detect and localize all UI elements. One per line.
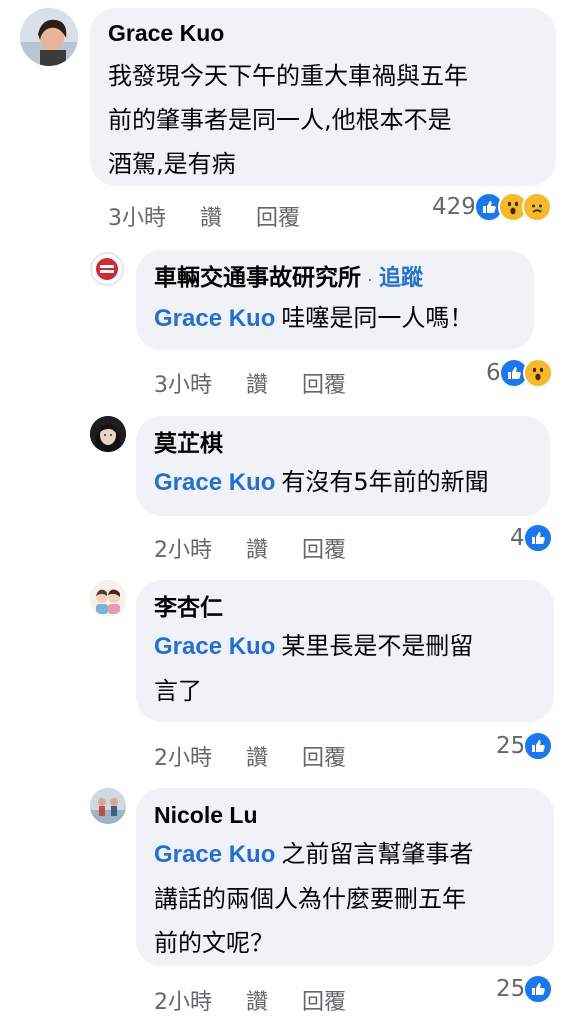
comment-actions: 2小時 讚 回覆 [154, 740, 380, 772]
mention-link[interactable]: Grace Kuo [154, 633, 275, 660]
comment-text: 我發現今天下午的重大車禍與五年 前的肇事者是同一人,他根本不是 酒駕,是有病 [108, 54, 538, 186]
comment-time[interactable]: 3小時 [108, 200, 166, 232]
comment-text: Grace Kuo 有沒有5年前的新聞 [154, 460, 532, 505]
sad-icon [521, 192, 552, 222]
comment-actions: 2小時 讚 回覆 [154, 984, 380, 1016]
reply-button[interactable]: 回覆 [302, 367, 346, 399]
comment-text: Grace Kuo 之前留言幫肇事者 講話的兩個人為什麼要刪五年 前的文呢？ [154, 832, 536, 965]
mention-link[interactable]: Grace Kuo [154, 305, 275, 332]
comment-author[interactable]: Grace Kuo [108, 18, 538, 48]
comment-author[interactable]: 車輛交通事故研究所 [154, 264, 361, 290]
reaction-count: 429 [432, 194, 476, 220]
comment-line: 有沒有5年前的新聞 [281, 468, 489, 496]
comment-line: 某里長是不是刪留 [281, 632, 474, 660]
comment-line: 前的肇事者是同一人,他根本不是 [108, 106, 452, 134]
reply-button[interactable]: 回覆 [302, 984, 346, 1016]
avatar[interactable] [90, 416, 126, 452]
comment-line: 言了 [154, 677, 202, 705]
avatar[interactable] [20, 8, 78, 66]
reply-button[interactable]: 回覆 [302, 740, 346, 772]
reaction-count: 25 [496, 733, 526, 759]
wow-icon [522, 358, 553, 388]
reaction-count: 25 [496, 976, 526, 1002]
like-icon [523, 731, 554, 761]
follow-button[interactable]: 追蹤 [379, 265, 423, 290]
comment-author[interactable]: 莫芷棋 [154, 428, 532, 458]
avatar[interactable] [90, 252, 124, 286]
comment-line: 之前留言幫肇事者 [281, 840, 474, 868]
comment-time[interactable]: 3小時 [154, 367, 212, 399]
comment-author-line: 車輛交通事故研究所 · 追蹤 [154, 262, 516, 294]
comment-actions: 3小時 讚 回覆 [108, 200, 334, 232]
avatar[interactable] [90, 580, 126, 616]
comment-bubble: Nicole Lu Grace Kuo 之前留言幫肇事者 講話的兩個人為什麼要刪五… [136, 788, 554, 966]
like-button[interactable]: 讚 [246, 532, 268, 564]
like-button[interactable]: 讚 [246, 984, 268, 1016]
reaction-summary[interactable]: 4 [510, 523, 553, 553]
comment-time[interactable]: 2小時 [154, 740, 212, 772]
like-icon [522, 523, 553, 553]
comment-time[interactable]: 2小時 [154, 984, 212, 1016]
comment-line: 哇噻是同一人嗎！ [281, 304, 474, 332]
comment-text: Grace Kuo 哇噻是同一人嗎！ [154, 296, 516, 341]
comment-bubble: 李杏仁 Grace Kuo 某里長是不是刪留 言了 [136, 580, 554, 722]
avatar[interactable] [90, 788, 126, 824]
reply-button[interactable]: 回覆 [302, 532, 346, 564]
reply-button[interactable]: 回覆 [256, 200, 300, 232]
comment-time[interactable]: 2小時 [154, 532, 212, 564]
comment-line: 前的文呢？ [154, 929, 274, 957]
mention-link[interactable]: Grace Kuo [154, 469, 275, 496]
like-button[interactable]: 讚 [246, 367, 268, 399]
comment-line: 我發現今天下午的重大車禍與五年 [108, 62, 468, 90]
comment-line: 講話的兩個人為什麼要刪五年 [154, 885, 466, 913]
comment-author[interactable]: Nicole Lu [154, 800, 536, 830]
reaction-summary[interactable]: 429 [432, 192, 552, 222]
comment-bubble: 莫芷棋 Grace Kuo 有沒有5年前的新聞 [136, 416, 550, 516]
mention-link[interactable]: Grace Kuo [154, 841, 275, 868]
comment-text: Grace Kuo 某里長是不是刪留 言了 [154, 624, 536, 713]
reaction-summary[interactable]: 25 [496, 731, 554, 761]
like-button[interactable]: 讚 [200, 200, 222, 232]
comment-actions: 3小時 讚 回覆 [154, 367, 380, 399]
comment-bubble: 車輛交通事故研究所 · 追蹤 Grace Kuo 哇噻是同一人嗎！ [136, 250, 534, 350]
separator-dot: · [367, 269, 373, 289]
comment-actions: 2小時 讚 回覆 [154, 532, 380, 564]
like-icon [523, 974, 554, 1004]
reaction-summary[interactable]: 6 [486, 358, 553, 388]
like-button[interactable]: 讚 [246, 740, 268, 772]
comment-bubble: Grace Kuo 我發現今天下午的重大車禍與五年 前的肇事者是同一人,他根本不… [90, 8, 556, 186]
comment-line: 酒駕,是有病 [108, 150, 236, 178]
reaction-summary[interactable]: 25 [496, 974, 554, 1004]
comment-author[interactable]: 李杏仁 [154, 592, 536, 622]
